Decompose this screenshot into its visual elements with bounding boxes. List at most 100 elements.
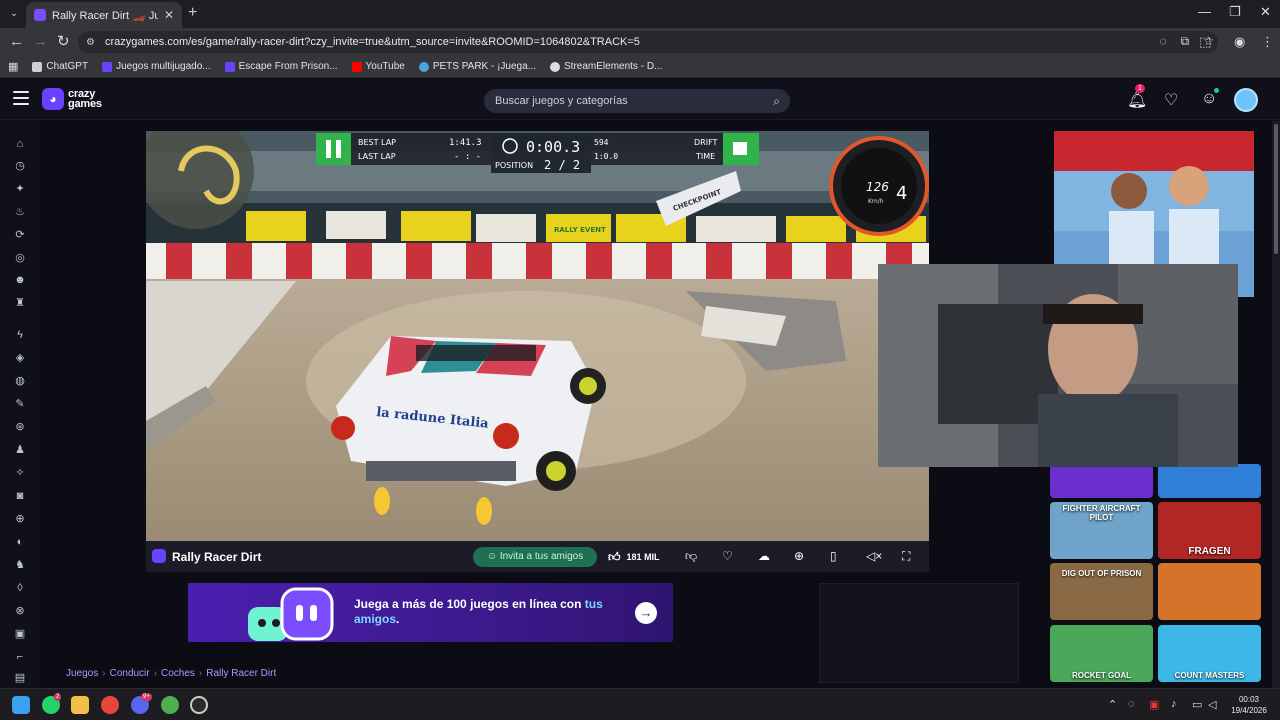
new-sparkle-icon[interactable]: ✦: [13, 182, 27, 196]
likes-count: 181 MIL: [626, 552, 660, 562]
online-status-dot: [1214, 88, 1219, 93]
sports-icon[interactable]: ▤: [13, 671, 27, 685]
game-thumbnail[interactable]: FIGHTER AIRCRAFT PILOT: [1050, 502, 1153, 559]
site-info-icon[interactable]: ⚙: [86, 37, 95, 48]
url-text: crazygames.com/es/game/rally-racer-dirt?…: [104, 36, 640, 48]
game-thumbnail[interactable]: ROCKET GOAL: [1050, 625, 1153, 682]
minimize-icon[interactable]: —: [1198, 4, 1211, 19]
game-thumbnail[interactable]: [1050, 464, 1153, 498]
back-icon[interactable]: ←: [9, 33, 24, 51]
windows-start-icon[interactable]: [12, 696, 30, 714]
report-icon[interactable]: ⊕: [794, 549, 804, 563]
driving-wheel-icon[interactable]: ⊕: [13, 512, 27, 526]
volume-icon[interactable]: ◁: [1208, 698, 1216, 711]
game-thumbnail[interactable]: FRAGEN: [1158, 502, 1261, 559]
maximize-icon[interactable]: ❐: [1229, 4, 1241, 20]
game-thumbnail[interactable]: DIG OUT OF PRISON: [1050, 563, 1153, 620]
chrome-icon[interactable]: [101, 696, 119, 714]
tray-app-icon[interactable]: ◌: [1128, 698, 1135, 710]
network-icon[interactable]: ▭: [1192, 698, 1202, 711]
bookmark-youtube[interactable]: YouTube: [351, 61, 405, 72]
bike-icon[interactable]: ⊛: [13, 420, 27, 434]
game-thumbnail[interactable]: [1158, 563, 1261, 620]
tab-title: Rally Racer Dirt 🏎️ Juega en Cr: [52, 9, 158, 22]
invite-friends-button[interactable]: ☺ Invita a tus amigos: [473, 547, 597, 567]
profile-icon[interactable]: ◉: [1234, 34, 1245, 50]
extensions-icon[interactable]: ⬚: [1199, 34, 1211, 50]
trending-flame-icon[interactable]: ♨: [13, 205, 27, 219]
breadcrumb-conducir[interactable]: Conducir: [110, 668, 150, 679]
like-button[interactable]: 👍︎ 181 MIL: [608, 547, 660, 567]
address-bar[interactable]: ⚙ crazygames.com/es/game/rally-racer-dir…: [78, 31, 1218, 53]
bookmark-juegos-multijugador[interactable]: Juegos multijugado...: [102, 61, 211, 72]
game-thumbnail[interactable]: [1158, 464, 1261, 498]
tab-close-icon[interactable]: ✕: [164, 8, 174, 22]
cloud-save-icon[interactable]: ☁: [758, 549, 770, 563]
mute-sound-icon[interactable]: ◁×: [866, 549, 882, 563]
reload-icon[interactable]: ↻: [57, 33, 70, 51]
promo-arrow-icon[interactable]: →: [635, 602, 657, 624]
clicker-icon[interactable]: ♟: [13, 443, 27, 457]
breadcrumb-juegos[interactable]: Juegos: [66, 668, 98, 679]
bookmark-pets-park[interactable]: PETS PARK - ¡Juega...: [418, 61, 536, 72]
bookmark-escape-from-prison[interactable]: Escape From Prison...: [224, 61, 338, 72]
home-icon[interactable]: ⌂: [13, 137, 27, 151]
mobile-icon[interactable]: ▯: [830, 549, 837, 563]
obs-icon[interactable]: [190, 696, 208, 714]
action-bolt-icon[interactable]: ϟ: [13, 328, 27, 342]
notifications-bell-icon[interactable]: 🔔︎: [1127, 90, 1147, 110]
cooking-icon[interactable]: ✧: [13, 466, 27, 480]
puzzle-icon[interactable]: ⊗: [13, 604, 27, 618]
tray-expand-icon[interactable]: ⌃: [1108, 698, 1117, 711]
basketball-icon[interactable]: ◍: [13, 374, 27, 388]
new-tab-icon[interactable]: +: [188, 5, 197, 21]
crazygames-logo[interactable]: ◕ crazy games: [42, 88, 102, 110]
car-icon[interactable]: ◙: [13, 489, 27, 503]
user-avatar[interactable]: [1234, 88, 1258, 112]
bookmark-streamelements[interactable]: StreamElements - D...: [550, 61, 662, 72]
file-explorer-icon[interactable]: [71, 696, 89, 714]
browser-tab-active[interactable]: Rally Racer Dirt 🏎️ Juega en Cr ✕: [26, 2, 182, 28]
tray-mic-icon[interactable]: ♪: [1171, 698, 1177, 710]
chrome-active-icon[interactable]: [161, 696, 179, 714]
forward-icon[interactable]: →: [33, 33, 48, 51]
browser-menu-icon[interactable]: ⋮: [1261, 34, 1274, 50]
multiplayer-icon[interactable]: ☻: [13, 273, 27, 287]
shooting-icon[interactable]: ▣: [13, 627, 27, 641]
apps-grid-icon[interactable]: ▦: [8, 60, 18, 73]
two-player-icon[interactable]: ♜: [13, 296, 27, 310]
thumbs-down-icon[interactable]: 👎︎: [685, 549, 697, 564]
favorites-heart-icon[interactable]: ♡: [1164, 90, 1178, 110]
notification-badge: 1: [1135, 84, 1145, 93]
taskbar-clock[interactable]: 00:03 19/4/2026: [1224, 694, 1274, 716]
favorite-heart-icon[interactable]: ♡: [722, 549, 733, 563]
menu-icon[interactable]: [13, 91, 29, 105]
breadcrumb-current[interactable]: Rally Racer Dirt: [206, 668, 276, 679]
hud-position: 2 / 2: [544, 158, 580, 172]
updated-icon[interactable]: ⟳: [13, 228, 27, 242]
football-icon[interactable]: ◊: [13, 581, 27, 595]
horror-icon[interactable]: ♞: [13, 558, 27, 572]
game-canvas[interactable]: RALLY EVENT CHECKPOINT la radune Italia …: [146, 131, 929, 541]
adventure-compass-icon[interactable]: ◈: [13, 351, 27, 365]
eye-off-icon[interactable]: ◌: [1160, 34, 1167, 49]
beauty-icon[interactable]: ✎: [13, 397, 27, 411]
tab-search-icon[interactable]: ⌄: [6, 6, 22, 22]
search-icon[interactable]: ⌕: [773, 89, 780, 113]
search-input[interactable]: Buscar juegos y categorías ⌕: [484, 89, 790, 113]
multiplayer-promo-banner[interactable]: Juega a más de 100 juegos en línea con t…: [188, 583, 673, 642]
game-thumbnail[interactable]: COUNT MASTERS: [1158, 625, 1261, 682]
install-app-icon[interactable]: ⧉: [1181, 34, 1190, 49]
fullscreen-icon[interactable]: ⛶: [902, 549, 910, 564]
scrollbar-thumb[interactable]: [1274, 124, 1278, 254]
gun-icon[interactable]: ⌐: [13, 650, 27, 664]
hud-best-lap: 1:41.3: [449, 138, 482, 148]
tray-record-icon[interactable]: ▣: [1149, 698, 1159, 711]
window-close-icon[interactable]: ✕: [1260, 4, 1271, 20]
breadcrumb-coches[interactable]: Coches: [161, 668, 195, 679]
hud-time-label: TIME: [695, 152, 715, 161]
bookmark-chatgpt[interactable]: ChatGPT: [32, 61, 88, 72]
recent-clock-icon[interactable]: ◷: [13, 159, 27, 173]
originals-icon[interactable]: ◎: [13, 251, 27, 265]
gamepad-icon[interactable]: ◐: [13, 535, 27, 549]
